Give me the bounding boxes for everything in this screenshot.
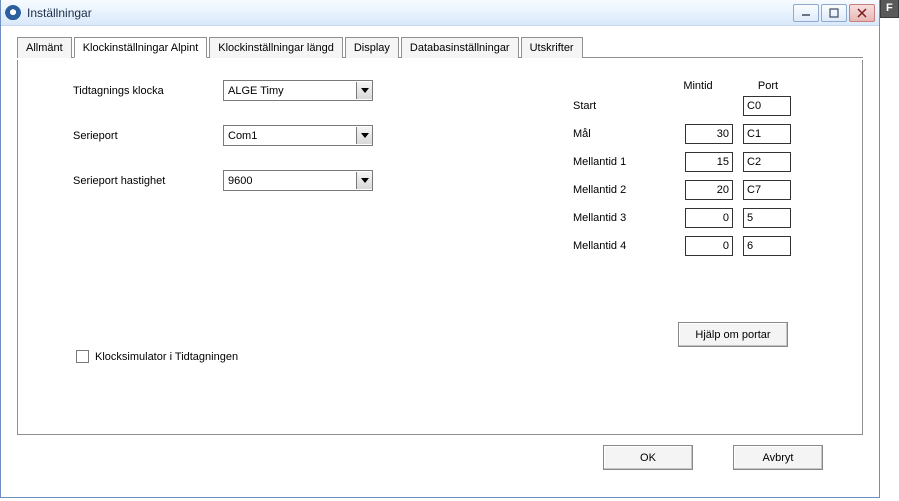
simulator-checkbox[interactable]	[76, 350, 89, 363]
row-label: Mellantid 1	[573, 156, 663, 168]
tab-utskrifter[interactable]: Utskrifter	[521, 37, 583, 58]
port-input[interactable]	[743, 96, 791, 116]
grid-row-mellantid1: Mellantid 1	[573, 148, 793, 176]
tab-klock-alpint[interactable]: Klockinställningar Alpint	[74, 37, 208, 58]
tab-display[interactable]: Display	[345, 37, 399, 58]
maximize-button[interactable]	[821, 4, 847, 22]
tab-klock-langd[interactable]: Klockinställningar längd	[209, 37, 343, 58]
close-button[interactable]	[849, 4, 875, 22]
cancel-button[interactable]: Avbryt	[733, 445, 823, 470]
mintid-input[interactable]	[685, 236, 733, 256]
grid-row-mal: Mål	[573, 120, 793, 148]
window-title: Inställningar	[27, 6, 793, 20]
port-input[interactable]	[743, 180, 791, 200]
tab-panel: Tidtagnings klocka ALGE Timy Serieport C…	[17, 60, 863, 435]
row-label: Mellantid 2	[573, 184, 663, 196]
port-input[interactable]	[743, 208, 791, 228]
mintid-input[interactable]	[685, 124, 733, 144]
help-ports-button[interactable]: Hjälp om portar	[678, 322, 788, 347]
baud-label: Serieport hastighet	[73, 175, 223, 187]
app-icon	[5, 5, 21, 21]
grid-row-mellantid4: Mellantid 4	[573, 232, 793, 260]
clock-combo-value: ALGE Timy	[228, 85, 284, 97]
baud-combo[interactable]: 9600	[223, 170, 373, 191]
mintid-input[interactable]	[685, 152, 733, 172]
grid-row-mellantid2: Mellantid 2	[573, 176, 793, 204]
minimize-button[interactable]	[793, 4, 819, 22]
grid-row-start: Start	[573, 92, 793, 120]
ports-grid: Mintid Port Start Mål Mellantid 1	[573, 80, 793, 260]
clock-label: Tidtagnings klocka	[73, 85, 223, 97]
row-label: Mellantid 3	[573, 212, 663, 224]
port-input[interactable]	[743, 152, 791, 172]
tab-databas[interactable]: Databasinställningar	[401, 37, 519, 58]
tab-allmant[interactable]: Allmänt	[17, 37, 72, 58]
mintid-input[interactable]	[685, 180, 733, 200]
port-input[interactable]	[743, 124, 791, 144]
settings-window: Inställningar Allmänt Klockinställningar…	[0, 0, 880, 498]
serial-combo[interactable]: Com1	[223, 125, 373, 146]
clock-combo[interactable]: ALGE Timy	[223, 80, 373, 101]
serial-label: Serieport	[73, 130, 223, 142]
title-bar: Inställningar	[1, 0, 879, 26]
external-tab[interactable]: F	[880, 0, 899, 18]
chevron-down-icon	[356, 82, 372, 99]
chevron-down-icon	[356, 172, 372, 189]
simulator-label: Klocksimulator i Tidtagningen	[95, 351, 238, 363]
mintid-header: Mintid	[663, 80, 733, 92]
grid-row-mellantid3: Mellantid 3	[573, 204, 793, 232]
port-input[interactable]	[743, 236, 791, 256]
serial-combo-value: Com1	[228, 130, 257, 142]
row-label: Start	[573, 100, 663, 112]
baud-combo-value: 9600	[228, 175, 252, 187]
ok-button[interactable]: OK	[603, 445, 693, 470]
row-label: Mellantid 4	[573, 240, 663, 252]
port-header: Port	[743, 80, 793, 92]
tab-bar: Allmänt Klockinställningar Alpint Klocki…	[17, 36, 863, 58]
mintid-input[interactable]	[685, 208, 733, 228]
chevron-down-icon	[356, 127, 372, 144]
row-label: Mål	[573, 128, 663, 140]
